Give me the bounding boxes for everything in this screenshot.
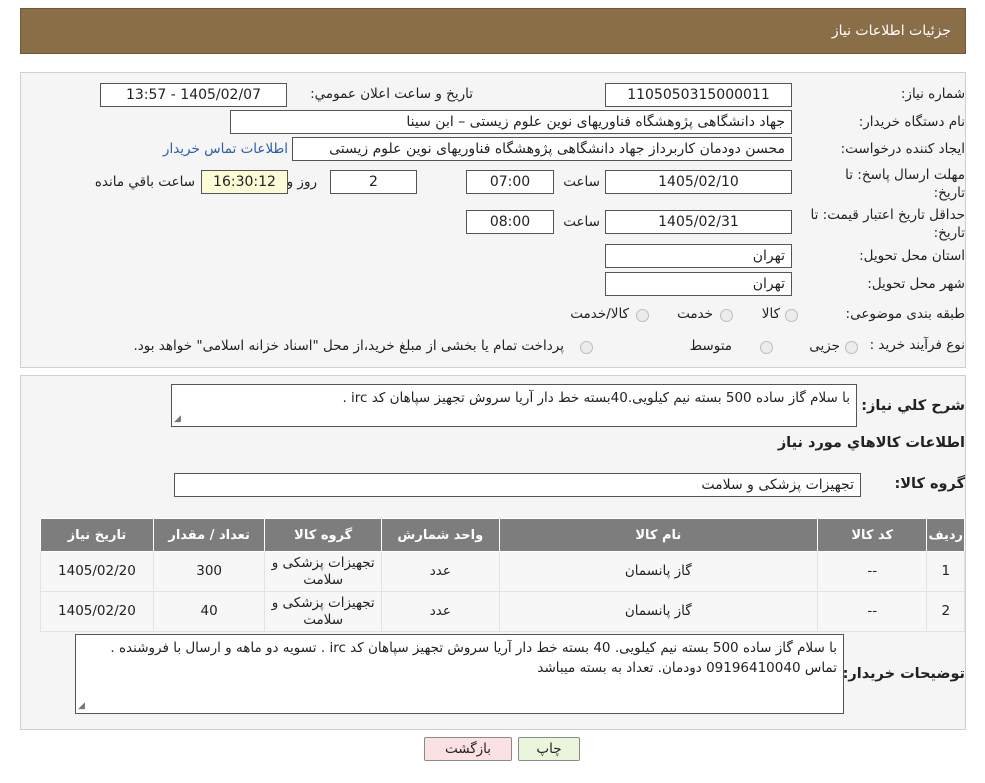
cell-code: --	[816, 591, 928, 632]
page-title: جزئیات اطلاعات نیاز	[831, 23, 951, 39]
city-label: شهر محل تحویل:	[867, 276, 965, 292]
validity-label-line2: تاریخ:	[933, 225, 965, 241]
category-option-goods-label: کالا	[761, 306, 780, 322]
cell-unit: عدد	[381, 551, 500, 592]
category-option-service-label: خدمت	[677, 306, 713, 322]
cell-group: تجهیزات پزشکی و سلامت	[264, 591, 382, 632]
category-option-both-label: کالا/خدمت	[570, 306, 629, 322]
process-option-medium-label: متوسط	[689, 338, 732, 354]
deadline-label: مهلت ارسال پاسخ: تا تاریخ:	[845, 166, 965, 202]
column-header-unit: واحد شمارش	[381, 518, 500, 552]
category-label: طبقه بندی موضوعی:	[845, 306, 965, 322]
column-header-date: تاريخ نياز	[40, 518, 154, 552]
province-field: تهران	[605, 244, 792, 268]
treasury-payment-checkbox[interactable]	[580, 341, 593, 354]
process-minor-radio[interactable]	[845, 341, 858, 354]
cell-name: گاز پانسمان	[498, 591, 818, 632]
goods-group-label: گروه کالا:	[894, 476, 965, 492]
cell-unit: عدد	[381, 591, 500, 632]
cell-date: 1405/02/20	[40, 591, 154, 632]
cell-quantity: 300	[152, 551, 266, 592]
cell-code: --	[816, 551, 928, 592]
cell-date: 1405/02/20	[40, 551, 154, 592]
request-creator-label: ایجاد کننده درخواست:	[840, 141, 965, 157]
buyer-contact-link[interactable]: اطلاعات تماس خریدار	[163, 141, 288, 157]
process-option-minor-label: جزیی	[809, 338, 840, 354]
print-button[interactable]: چاپ	[518, 737, 580, 761]
days-label: روز و	[286, 174, 317, 190]
validity-label-line1: حداقل تاریخ اعتبار قیمت: تا	[810, 207, 965, 223]
remaining-time-label: ساعت باقي مانده	[94, 174, 195, 190]
validity-label: حداقل تاریخ اعتبار قیمت: تا تاریخ:	[811, 206, 965, 242]
column-header-group: گروه کالا	[264, 518, 382, 552]
cell-name: گاز پانسمان	[498, 551, 818, 592]
general-description-text: با سلام گاز ساده 500 بسته نیم کیلویی.40ب…	[342, 390, 850, 406]
resize-grip-icon[interactable]: ◢	[78, 702, 85, 711]
announce-datetime-field: 1405/02/07 - 13:57	[100, 83, 287, 107]
buyer-org-field: جهاد دانشگاهی پژوهشگاه فناوریهای نوین عل…	[230, 110, 792, 134]
table-row: 1 -- گاز پانسمان عدد تجهیزات پزشکی و سلا…	[40, 551, 965, 592]
goods-table-header: رديف کد کالا نام کالا واحد شمارش گروه کا…	[40, 518, 965, 552]
treasury-payment-note: پرداخت تمام یا بخشی از مبلغ خرید،از محل …	[133, 338, 564, 354]
column-header-code: کد کالا	[816, 518, 928, 552]
deadline-label-line1: مهلت ارسال پاسخ: تا	[845, 167, 965, 183]
general-description-field: با سلام گاز ساده 500 بسته نیم کیلویی.40ب…	[171, 384, 857, 427]
deadline-label-line2: تاریخ:	[933, 185, 965, 201]
process-type-label: نوع فرآیند خرید :	[869, 337, 965, 353]
announce-datetime-label: تاريخ و ساعت اعلان عمومي:	[310, 86, 473, 102]
back-button[interactable]: بازگشت	[424, 737, 512, 761]
cell-group: تجهیزات پزشکی و سلامت	[264, 551, 382, 592]
cell-quantity: 40	[152, 591, 266, 632]
resize-grip-icon[interactable]: ◢	[174, 415, 181, 424]
validity-time-field: 08:00	[466, 210, 554, 234]
deadline-time-field: 07:00	[466, 170, 554, 194]
buyer-notes-label: توضیحات خریدار:	[842, 666, 965, 682]
buyer-notes-field: با سلام گاز ساده 500 بسته نیم کیلویی. 40…	[75, 634, 844, 714]
deadline-date-field: 1405/02/10	[605, 170, 792, 194]
category-goods-radio[interactable]	[785, 309, 798, 322]
category-both-radio[interactable]	[636, 309, 649, 322]
validity-date-field: 1405/02/31	[605, 210, 792, 234]
deadline-time-label: ساعت	[563, 174, 600, 190]
process-medium-radio[interactable]	[760, 341, 773, 354]
need-number-label: شماره نیاز:	[900, 86, 965, 102]
general-description-label: شرح کلي نياز:	[861, 398, 965, 414]
request-creator-field: محسن دودمان کاربرداز جهاد دانشگاهی پژوهش…	[292, 137, 792, 161]
city-field: تهران	[605, 272, 792, 296]
page-header: جزئیات اطلاعات نیاز	[20, 8, 966, 54]
days-remaining-field: 2	[330, 170, 417, 194]
remaining-time-field: 16:30:12	[201, 170, 288, 194]
buyer-notes-text: با سلام گاز ساده 500 بسته نیم کیلویی. 40…	[110, 640, 837, 676]
cell-row-number: 1	[926, 551, 965, 592]
province-label: استان محل تحویل:	[859, 248, 965, 264]
column-header-row: رديف	[926, 518, 965, 552]
cell-row-number: 2	[926, 591, 965, 632]
goods-section-title: اطلاعات کالاهاي مورد نياز	[777, 435, 965, 451]
goods-table: رديف کد کالا نام کالا واحد شمارش گروه کا…	[40, 518, 965, 632]
category-service-radio[interactable]	[720, 309, 733, 322]
need-number-field: 1105050315000011	[605, 83, 792, 107]
table-row: 2 -- گاز پانسمان عدد تجهیزات پزشکی و سلا…	[40, 591, 965, 632]
goods-group-field: تجهیزات پزشکی و سلامت	[174, 473, 861, 497]
buyer-org-label: نام دستگاه خریدار:	[858, 114, 965, 130]
validity-time-label: ساعت	[563, 214, 600, 230]
column-header-quantity: تعداد / مقدار	[152, 518, 266, 552]
column-header-name: نام کالا	[498, 518, 818, 552]
